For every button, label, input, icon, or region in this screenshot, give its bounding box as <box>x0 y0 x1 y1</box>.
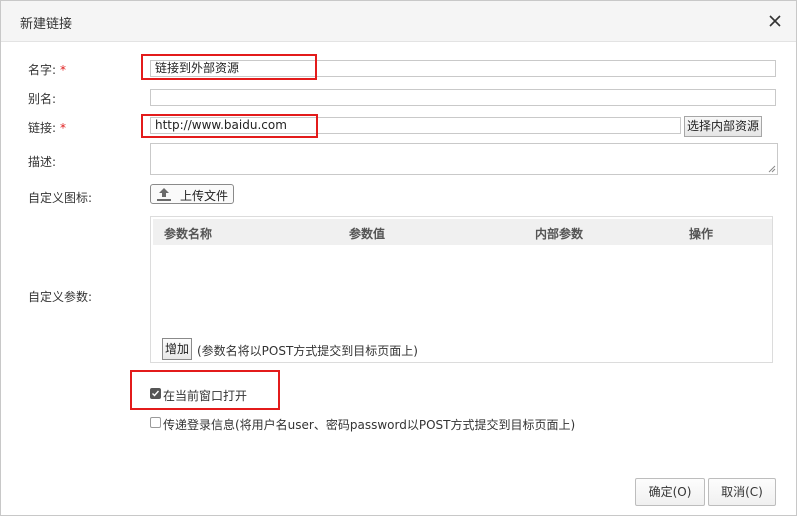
upload-file-button[interactable]: 上传文件 <box>150 184 234 204</box>
new-link-dialog: 新建链接 名字: * 链接到外部资源 别名: 链接: * http://www.ba… <box>0 0 797 516</box>
dialog-title: 新建链接 <box>20 17 73 32</box>
link-label: 链接: * <box>28 121 67 135</box>
close-icon[interactable] <box>763 9 787 33</box>
add-param-note: (参数名将以POST方式提交到目标页面上) <box>197 344 418 358</box>
resize-grip-icon[interactable] <box>768 165 776 173</box>
col-internal-param: 内部参数 <box>535 227 584 241</box>
open-current-window-label: 在当前窗口打开 <box>163 389 248 403</box>
pass-login-label: 传递登录信息(将用户名user、密码password以POST方式提交到目标页面… <box>163 418 576 432</box>
params-table-header: 参数名称 参数值 内部参数 操作 <box>153 219 772 245</box>
description-textarea[interactable] <box>150 143 778 175</box>
upload-file-label: 上传文件 <box>180 189 229 203</box>
upload-icon <box>157 188 171 201</box>
check-icon <box>152 390 160 397</box>
name-input[interactable]: 链接到外部资源 <box>150 60 776 77</box>
required-mark: * <box>60 63 67 77</box>
open-current-window-checkbox[interactable] <box>150 388 161 399</box>
col-param-value: 参数值 <box>349 227 386 241</box>
col-param-name: 参数名称 <box>164 227 213 241</box>
description-label: 描述: <box>28 155 57 169</box>
custom-icon-label: 自定义图标: <box>28 191 93 205</box>
cancel-button[interactable]: 取消(C) <box>708 478 776 506</box>
link-input[interactable]: http://www.baidu.com <box>150 117 681 134</box>
pass-login-checkbox[interactable] <box>150 417 161 428</box>
params-table: 参数名称 参数值 内部参数 操作 增加 (参数名将以POST方式提交到目标页面上… <box>150 216 773 363</box>
name-label: 名字: * <box>28 63 67 77</box>
dialog-titlebar: 新建链接 <box>1 1 796 42</box>
alias-input[interactable] <box>150 89 776 106</box>
custom-params-label: 自定义参数: <box>28 290 93 304</box>
alias-label: 别名: <box>28 92 57 106</box>
ok-button[interactable]: 确定(O) <box>635 478 705 506</box>
add-param-button[interactable]: 增加 <box>162 338 192 360</box>
col-operation: 操作 <box>689 227 714 241</box>
required-mark: * <box>60 121 67 135</box>
choose-internal-resource-button[interactable]: 选择内部资源 <box>684 116 762 137</box>
